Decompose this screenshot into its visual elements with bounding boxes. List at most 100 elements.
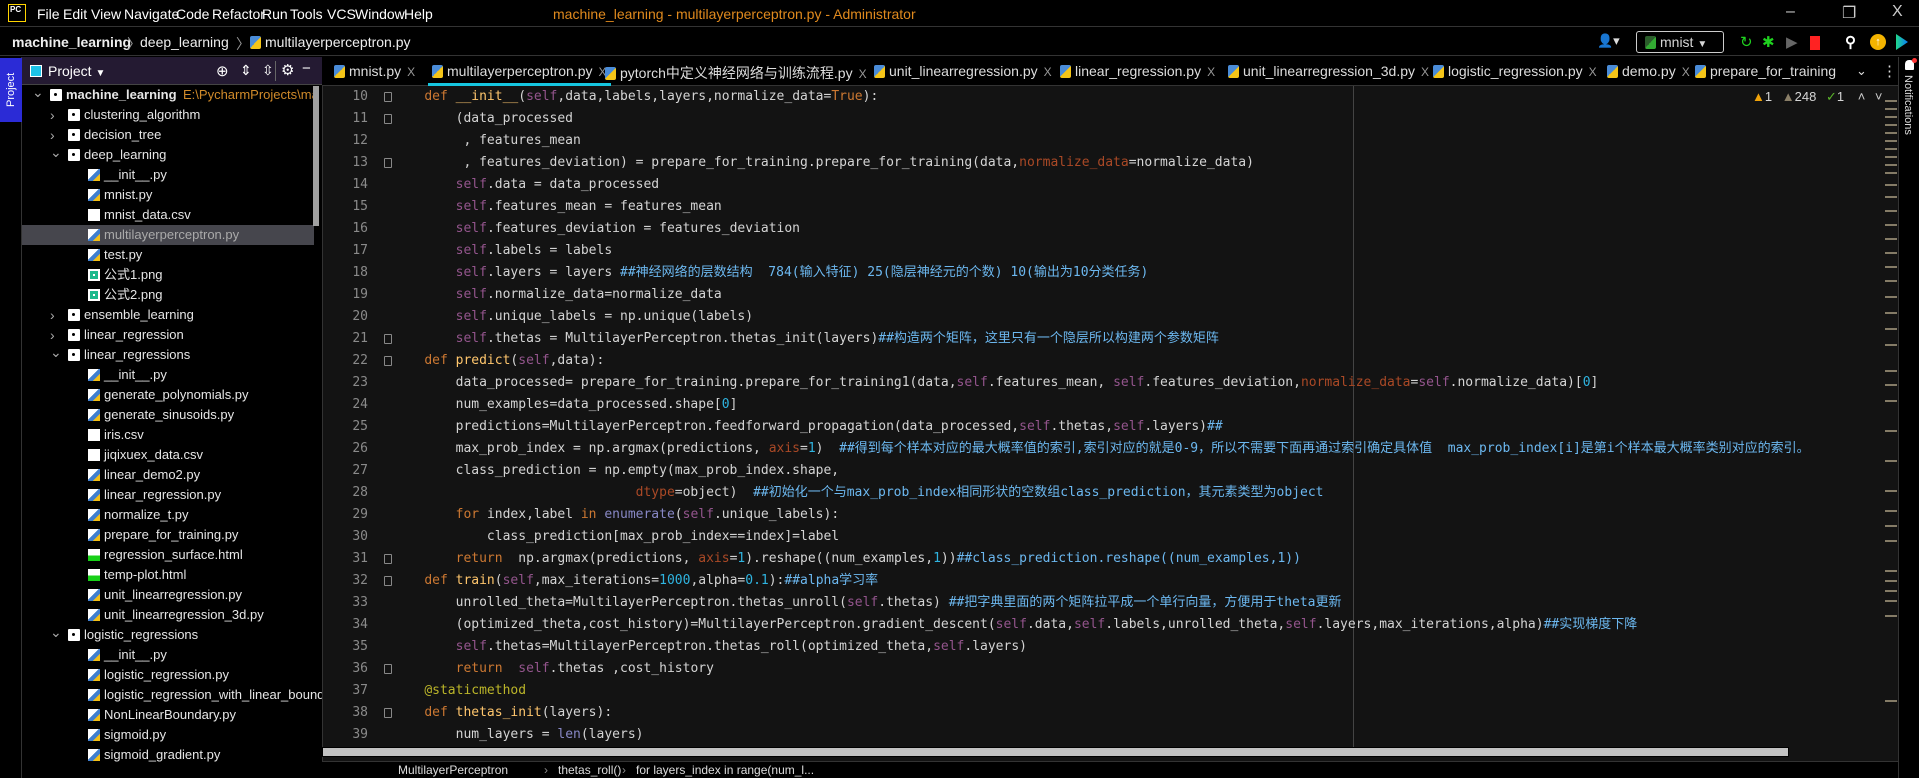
fold-marker-icon[interactable] (384, 92, 392, 102)
user-icon[interactable]: 👤▾ (1597, 33, 1620, 49)
menu-edit[interactable]: Edit (63, 6, 87, 22)
warning-marker[interactable] (1885, 490, 1897, 492)
warning-marker[interactable] (1885, 116, 1897, 118)
menu-refactor[interactable]: Refactor (212, 6, 265, 22)
warning-marker[interactable] (1885, 400, 1897, 402)
next-highlight-icon[interactable]: ˅ (1875, 89, 1883, 104)
tree-item[interactable]: jiqixuex_data.csv (22, 445, 314, 465)
warning-marker[interactable] (1885, 540, 1897, 542)
tree-item[interactable]: regression_surface.html (22, 545, 314, 565)
close-tab-icon[interactable]: X (1682, 65, 1690, 79)
tree-item[interactable]: test.py (22, 245, 314, 265)
warning-marker[interactable] (1885, 570, 1897, 572)
tab-demo-py[interactable]: demo.py X (1607, 63, 1690, 79)
tree-item[interactable]: sigmoid.py (22, 725, 314, 745)
tree-item[interactable]: › ensemble_learning (22, 305, 314, 325)
tree-item[interactable]: ⌄ logistic_regressions (22, 624, 314, 645)
warning-marker[interactable] (1885, 370, 1897, 372)
tree-item[interactable]: mnist_data.csv (22, 205, 314, 225)
warning-marker[interactable] (1885, 296, 1897, 298)
warning-marker[interactable] (1885, 384, 1897, 386)
debug-icon[interactable]: ✱ (1762, 33, 1775, 51)
warning-marker[interactable] (1885, 600, 1897, 602)
maximize-button[interactable]: ❐ (1842, 3, 1856, 23)
collapse-all-icon[interactable]: ⇳ (262, 62, 274, 79)
tab-pytorch-py[interactable]: pytorch中定义神经网络与训练流程.py X (605, 63, 867, 83)
tree-item[interactable]: normalize_t.py (22, 505, 314, 525)
tree-item[interactable]: temp-plot.html (22, 565, 314, 585)
warning-marker[interactable] (1885, 132, 1897, 134)
warning-marker[interactable] (1885, 525, 1897, 527)
warning-marker[interactable] (1885, 252, 1897, 254)
fold-marker-icon[interactable] (384, 708, 392, 718)
minimize-button[interactable]: – (1786, 3, 1795, 21)
close-tab-icon[interactable]: X (1589, 65, 1597, 79)
breadcrumb-folder[interactable]: deep_learning (140, 34, 229, 50)
tab-unit-linearregression-3d-py[interactable]: unit_linearregression_3d.py X (1228, 63, 1429, 79)
warning-marker[interactable] (1885, 100, 1897, 102)
inspection-widget[interactable]: ▲1 ▲248 ✓1 ˄ ˅ (1752, 89, 1883, 105)
breadcrumb-file[interactable]: multilayerperceptron.py (250, 34, 411, 50)
tab-linear-regression-py[interactable]: linear_regression.py X (1060, 63, 1215, 79)
tree-item[interactable]: prepare_for_training.py (22, 525, 314, 545)
tree-item[interactable]: 公式1.png (22, 265, 314, 285)
tree-item[interactable]: __init__.py (22, 365, 314, 385)
tree-item[interactable]: __init__.py (22, 165, 314, 185)
close-tab-icon[interactable]: X (1044, 65, 1052, 79)
warning-marker[interactable] (1885, 140, 1897, 142)
tab-multilayerperceptron-py[interactable]: multilayerperceptron.py X (428, 63, 611, 86)
tree-item[interactable]: unit_linearregression_3d.py (22, 605, 314, 625)
tree-item[interactable]: › decision_tree (22, 125, 314, 145)
project-tool-button[interactable]: Project (0, 58, 22, 122)
menu-vcs[interactable]: VCS (327, 6, 356, 22)
warning-marker[interactable] (1885, 430, 1897, 432)
fold-marker-icon[interactable] (384, 334, 392, 344)
warning-marker[interactable] (1885, 280, 1897, 282)
coverage-icon[interactable]: ▶ (1786, 33, 1798, 51)
warning-marker[interactable] (1885, 328, 1897, 330)
tree-item[interactable]: linear_demo2.py (22, 465, 314, 485)
tree-item[interactable]: logistic_regression.py (22, 665, 314, 685)
tree-item[interactable]: ⌄ linear_regressions (22, 344, 314, 365)
tab-logistic-regression-py[interactable]: logistic_regression.py X (1433, 63, 1597, 79)
warning-marker[interactable] (1885, 590, 1897, 592)
fold-marker-icon[interactable] (384, 554, 392, 564)
breadcrumb-project[interactable]: machine_learning (12, 34, 131, 50)
crumb-statement[interactable]: for layers_index in range(num_l... (636, 763, 814, 777)
warning-marker[interactable] (1885, 156, 1897, 158)
tree-item[interactable]: unit_linearregression.py (22, 585, 314, 605)
tree-item[interactable]: NonLinearBoundary.py (22, 705, 314, 725)
menu-run[interactable]: Run (262, 6, 288, 22)
warning-marker[interactable] (1885, 510, 1897, 512)
fold-marker-icon[interactable] (384, 158, 392, 168)
warning-marker[interactable] (1885, 344, 1897, 346)
crumb-class[interactable]: MultilayerPerceptron (398, 763, 508, 777)
menu-view[interactable]: View (91, 6, 121, 22)
tree-item[interactable]: mnist.py (22, 185, 314, 205)
menu-window[interactable]: Window (355, 6, 405, 22)
run-icon[interactable]: ↻ (1740, 33, 1753, 51)
close-tab-icon[interactable]: X (407, 65, 415, 79)
tree-item[interactable]: linear_regression.py (22, 485, 314, 505)
warning-marker[interactable] (1885, 184, 1897, 186)
warning-marker[interactable] (1885, 148, 1897, 150)
crumb-method[interactable]: thetas_roll() (558, 763, 621, 777)
warning-marker[interactable] (1885, 266, 1897, 268)
project-tree-scrollbar[interactable] (313, 86, 319, 226)
fold-marker-icon[interactable] (384, 356, 392, 366)
code-area[interactable]: 10 def __init__(self,data,labels,layers,… (322, 86, 1898, 750)
chevron-down-icon[interactable]: ⌄ (32, 85, 44, 102)
tab-mnist-py[interactable]: mnist.py X (334, 63, 415, 79)
warning-marker[interactable] (1885, 224, 1897, 226)
tree-item[interactable]: generate_sinusoids.py (22, 405, 314, 425)
project-view-dropdown[interactable]: Project ▼ (48, 63, 105, 79)
menu-help[interactable]: Help (404, 6, 433, 22)
close-tab-icon[interactable]: X (859, 67, 867, 81)
notifications-tool-button[interactable]: Notifications (1902, 75, 1914, 135)
tree-item[interactable]: ⌄ machine_learning E:\PycharmProjects\ma (22, 85, 319, 105)
search-icon[interactable]: ⚲ (1845, 33, 1856, 51)
tree-item[interactable]: __init__.py (22, 645, 314, 665)
warning-marker[interactable] (1885, 124, 1897, 126)
fold-marker-icon[interactable] (384, 576, 392, 586)
tree-item[interactable]: sigmoid_gradient.py (22, 745, 314, 765)
